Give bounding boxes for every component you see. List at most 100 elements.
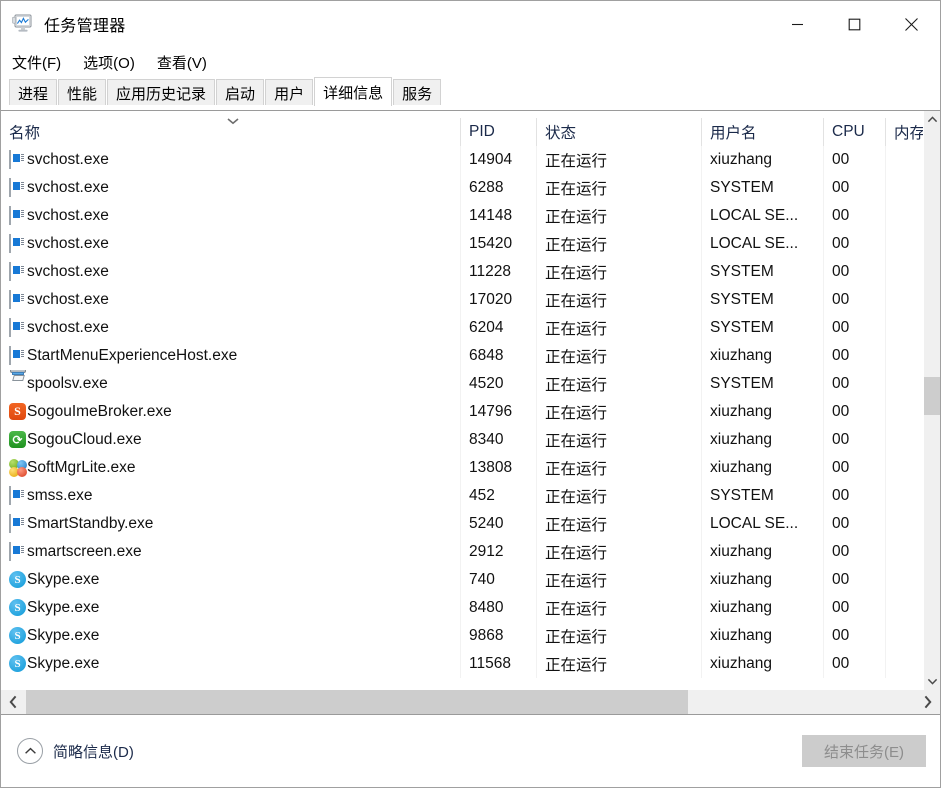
cell-cpu: 00 bbox=[824, 146, 886, 174]
cell-pid: 5240 bbox=[461, 510, 537, 538]
tab-services[interactable]: 服务 bbox=[393, 79, 442, 106]
table-row[interactable]: SoftMgrLite.exe 13808 正在运行 xiuzhang 00 bbox=[1, 454, 923, 482]
maximize-button[interactable] bbox=[826, 1, 883, 47]
cell-status: 正在运行 bbox=[537, 370, 702, 398]
cell-name: svchost.exe bbox=[1, 286, 461, 314]
tab-startup[interactable]: 启动 bbox=[216, 79, 265, 106]
table-row[interactable]: ⟳ SogouCloud.exe 8340 正在运行 xiuzhang 00 bbox=[1, 426, 923, 454]
cell-name: spoolsv.exe bbox=[1, 370, 461, 398]
vertical-scrollbar[interactable] bbox=[923, 111, 940, 690]
scroll-down-arrow-icon[interactable] bbox=[924, 673, 940, 690]
scroll-right-arrow-icon[interactable] bbox=[915, 690, 940, 714]
cell-status: 正在运行 bbox=[537, 230, 702, 258]
window-controls bbox=[769, 1, 940, 47]
cell-user: SYSTEM bbox=[702, 482, 824, 510]
column-header-user[interactable]: 用户名 bbox=[702, 118, 824, 146]
tab-details[interactable]: 详细信息 bbox=[314, 77, 393, 106]
cell-user: xiuzhang bbox=[702, 566, 824, 594]
tab-app-history[interactable]: 应用历史记录 bbox=[107, 79, 216, 106]
cell-pid: 452 bbox=[461, 482, 537, 510]
menu-item-file[interactable]: 文件(F) bbox=[12, 52, 61, 73]
skype-icon: S bbox=[9, 655, 27, 673]
fewer-details-label: 简略信息(D) bbox=[53, 743, 134, 761]
table-body: svchost.exe 14904 正在运行 xiuzhang 00 svchost.ex… bbox=[1, 146, 923, 678]
tab-processes[interactable]: 进程 bbox=[9, 79, 58, 106]
table-row[interactable]: StartMenuExperienceHost.exe 6848 正在运行 xiuzh… bbox=[1, 342, 923, 370]
cell-memory bbox=[886, 566, 923, 594]
cell-name: svchost.exe bbox=[1, 146, 461, 174]
table-row[interactable]: S Skype.exe 740 正在运行 xiuzhang 00 bbox=[1, 566, 923, 594]
process-name-label: svchost.exe bbox=[27, 263, 109, 280]
generic-app-icon bbox=[9, 234, 27, 253]
horizontal-scrollbar-thumb[interactable] bbox=[26, 690, 688, 714]
table-row[interactable]: S Skype.exe 8480 正在运行 xiuzhang 00 bbox=[1, 594, 923, 622]
tab-performance[interactable]: 性能 bbox=[58, 79, 107, 106]
process-name-label: svchost.exe bbox=[27, 151, 109, 168]
table-row[interactable]: SmartStandby.exe 5240 正在运行 LOCAL SE... 00 bbox=[1, 510, 923, 538]
scroll-left-arrow-icon[interactable] bbox=[1, 690, 26, 714]
column-header-cpu[interactable]: CPU bbox=[824, 118, 886, 146]
table-row[interactable]: S Skype.exe 11568 正在运行 xiuzhang 00 bbox=[1, 650, 923, 678]
cell-memory bbox=[886, 146, 923, 174]
generic-app-icon bbox=[9, 542, 27, 561]
cell-pid: 17020 bbox=[461, 286, 537, 314]
cell-status: 正在运行 bbox=[537, 314, 702, 342]
cell-user: xiuzhang bbox=[702, 342, 824, 370]
tab-users[interactable]: 用户 bbox=[265, 79, 314, 106]
cell-cpu: 00 bbox=[824, 314, 886, 342]
column-header-pid[interactable]: PID bbox=[461, 118, 537, 146]
cell-status: 正在运行 bbox=[537, 482, 702, 510]
table-row[interactable]: S Skype.exe 9868 正在运行 xiuzhang 00 bbox=[1, 622, 923, 650]
horizontal-scrollbar-track[interactable] bbox=[26, 690, 915, 714]
cell-name: svchost.exe bbox=[1, 258, 461, 286]
cell-user: xiuzhang bbox=[702, 622, 824, 650]
generic-app-icon bbox=[9, 178, 27, 197]
cell-user: xiuzhang bbox=[702, 146, 824, 174]
cell-cpu: 00 bbox=[824, 258, 886, 286]
cell-name: svchost.exe bbox=[1, 314, 461, 342]
horizontal-scrollbar[interactable] bbox=[1, 690, 940, 715]
table-row[interactable]: smartscreen.exe 2912 正在运行 xiuzhang 00 bbox=[1, 538, 923, 566]
cell-name: svchost.exe bbox=[1, 174, 461, 202]
cell-name: S SogouImeBroker.exe bbox=[1, 398, 461, 426]
end-task-button[interactable]: 结束任务(E) bbox=[802, 735, 926, 767]
table-row[interactable]: svchost.exe 6288 正在运行 SYSTEM 00 bbox=[1, 174, 923, 202]
cell-user: xiuzhang bbox=[702, 398, 824, 426]
column-header-memory[interactable]: 内存 bbox=[886, 118, 923, 146]
table-row[interactable]: svchost.exe 17020 正在运行 SYSTEM 00 bbox=[1, 286, 923, 314]
cell-cpu: 00 bbox=[824, 286, 886, 314]
cell-memory bbox=[886, 454, 923, 482]
process-name-label: Skype.exe bbox=[27, 599, 100, 616]
skype-icon: S bbox=[9, 599, 27, 617]
cell-cpu: 00 bbox=[824, 510, 886, 538]
sogou-ime-icon: S bbox=[9, 403, 27, 421]
cell-user: LOCAL SE... bbox=[702, 230, 824, 258]
table-row[interactable]: svchost.exe 14148 正在运行 LOCAL SE... 00 bbox=[1, 202, 923, 230]
cell-name: ⟳ SogouCloud.exe bbox=[1, 426, 461, 454]
menu-item-options[interactable]: 选项(O) bbox=[83, 52, 135, 73]
menu-item-view[interactable]: 查看(V) bbox=[157, 52, 207, 73]
close-button[interactable] bbox=[883, 1, 940, 47]
cell-pid: 6848 bbox=[461, 342, 537, 370]
process-table: 名称 PID 状态 用户名 CPU 内存 svchost.exe 14904 正在运… bbox=[1, 110, 940, 690]
cell-name: StartMenuExperienceHost.exe bbox=[1, 342, 461, 370]
table-row[interactable]: svchost.exe 14904 正在运行 xiuzhang 00 bbox=[1, 146, 923, 174]
table-row[interactable]: svchost.exe 11228 正在运行 SYSTEM 00 bbox=[1, 258, 923, 286]
cell-status: 正在运行 bbox=[537, 566, 702, 594]
cell-pid: 8480 bbox=[461, 594, 537, 622]
table-row[interactable]: S SogouImeBroker.exe 14796 正在运行 xiuzhang 00 bbox=[1, 398, 923, 426]
task-manager-icon bbox=[12, 14, 34, 34]
table-row[interactable]: svchost.exe 15420 正在运行 LOCAL SE... 00 bbox=[1, 230, 923, 258]
cell-pid: 14148 bbox=[461, 202, 537, 230]
cell-pid: 8340 bbox=[461, 426, 537, 454]
table-row[interactable]: spoolsv.exe 4520 正在运行 SYSTEM 00 bbox=[1, 370, 923, 398]
table-row[interactable]: svchost.exe 6204 正在运行 SYSTEM 00 bbox=[1, 314, 923, 342]
cell-user: SYSTEM bbox=[702, 314, 824, 342]
table-row[interactable]: smss.exe 452 正在运行 SYSTEM 00 bbox=[1, 482, 923, 510]
vertical-scrollbar-thumb[interactable] bbox=[924, 377, 940, 415]
column-header-status[interactable]: 状态 bbox=[537, 118, 702, 146]
cell-pid: 15420 bbox=[461, 230, 537, 258]
scroll-up-arrow-icon[interactable] bbox=[924, 111, 940, 128]
minimize-button[interactable] bbox=[769, 1, 826, 47]
fewer-details-button[interactable]: 简略信息(D) bbox=[17, 738, 134, 764]
